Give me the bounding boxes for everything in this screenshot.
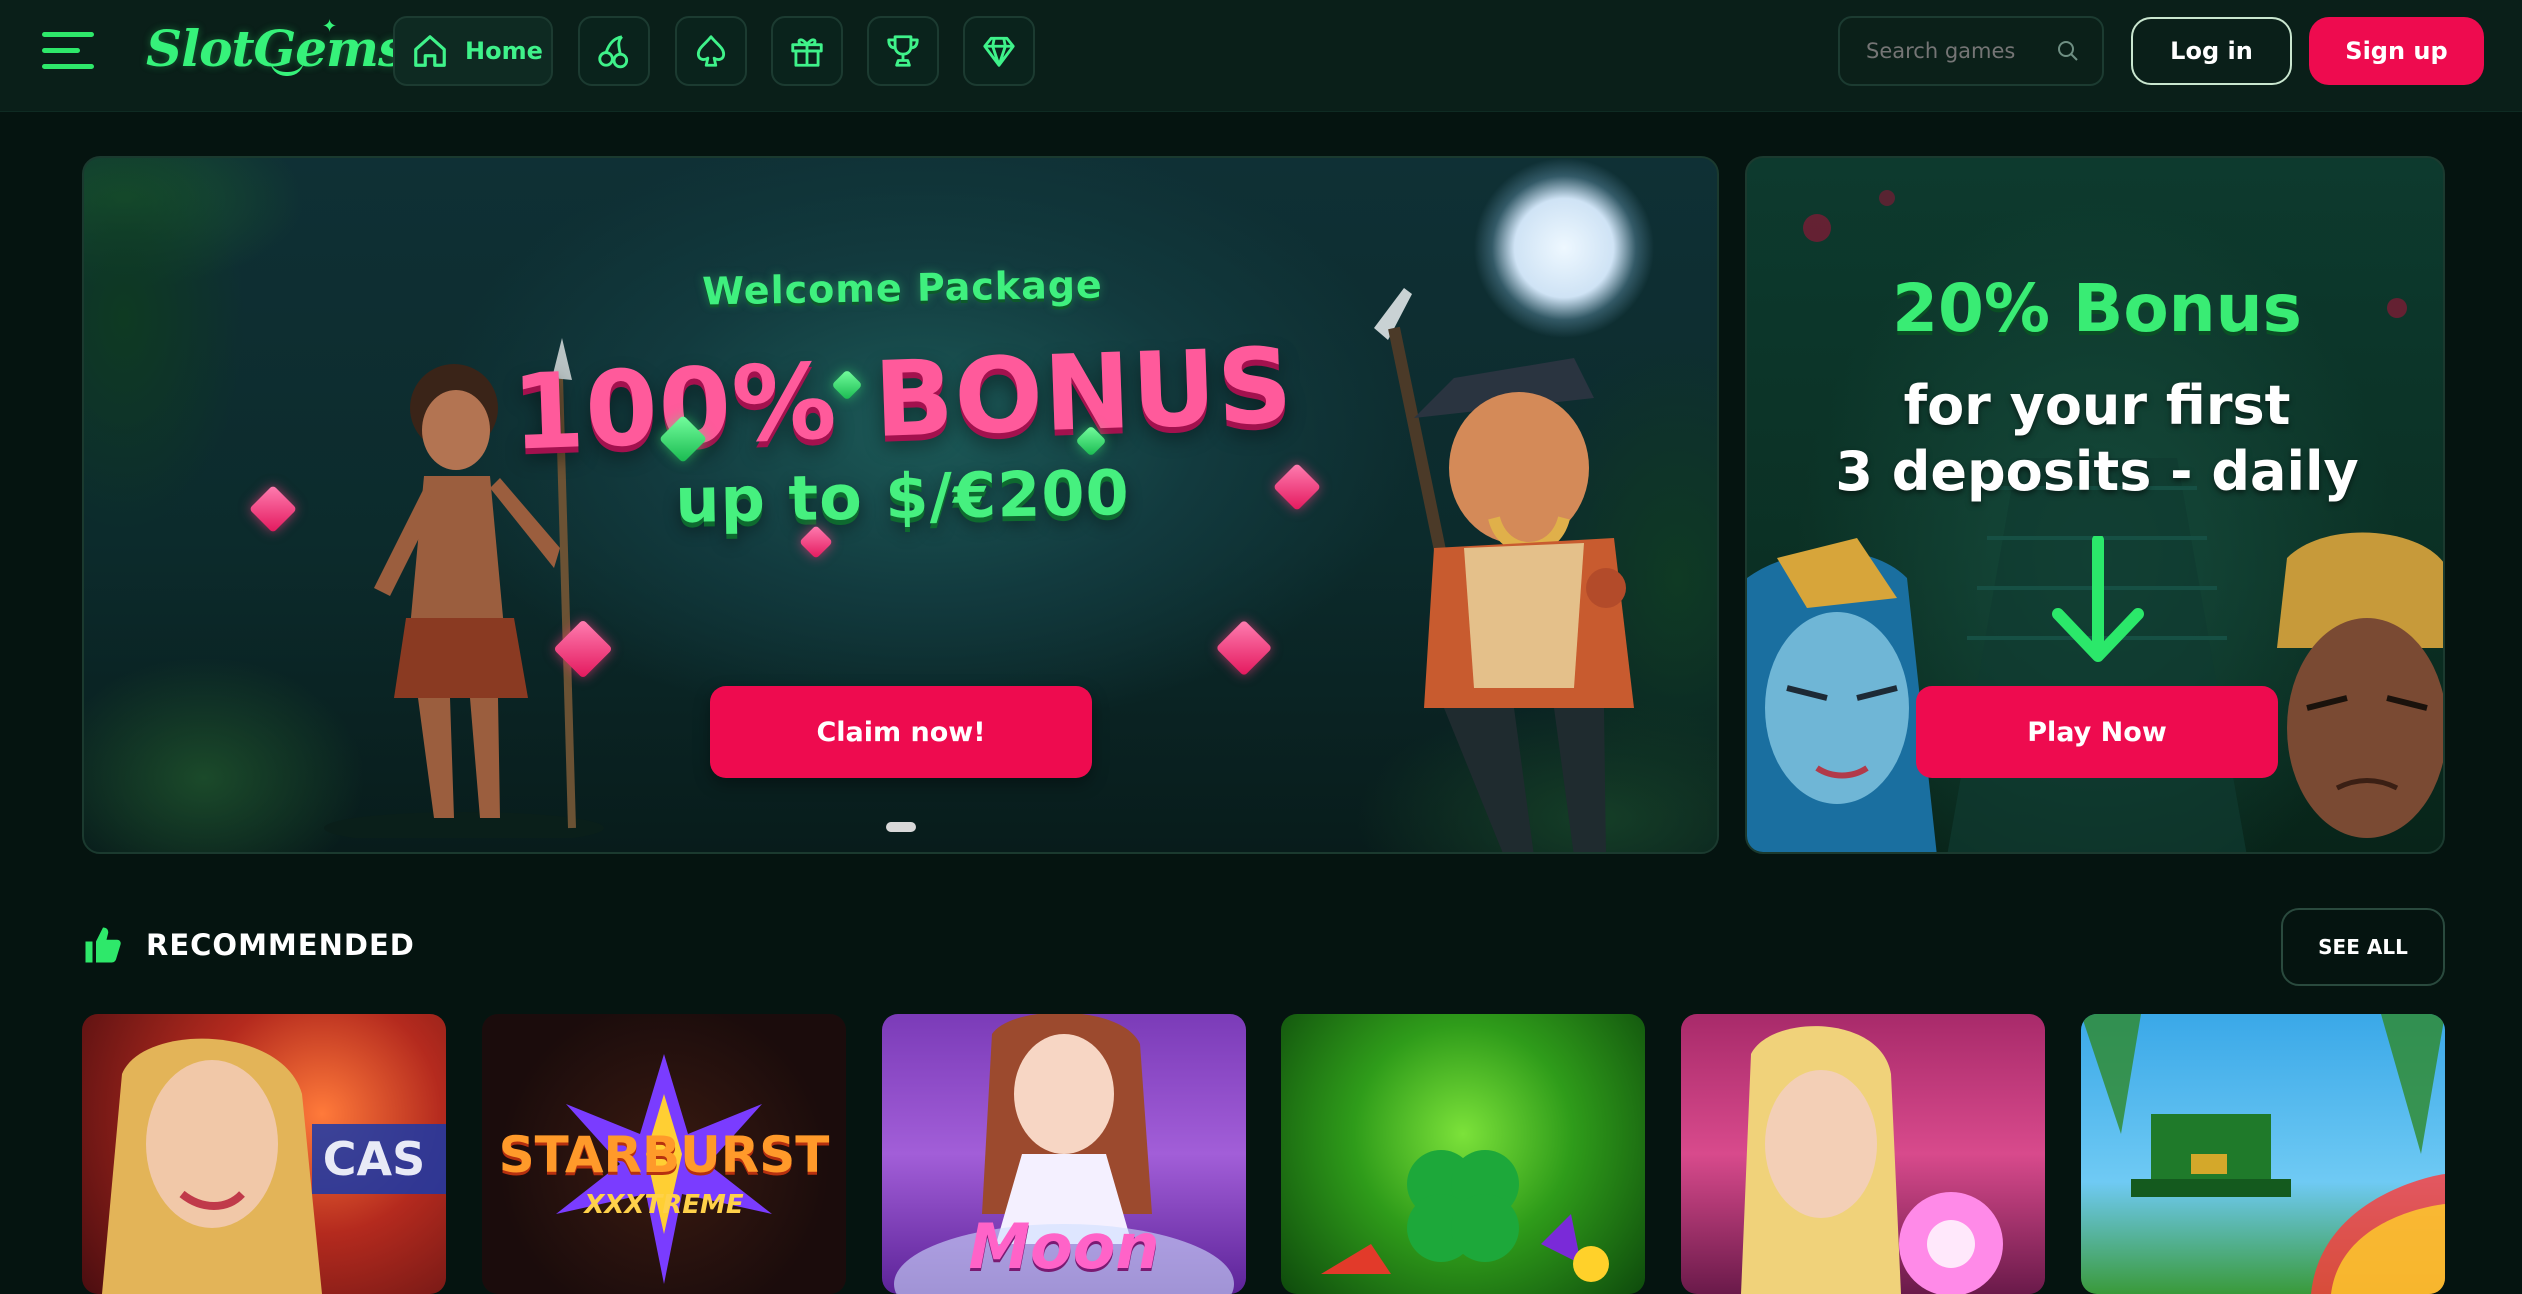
diamond-icon bbox=[983, 36, 1015, 67]
deposit-bonus-banner[interactable]: 20% Bonus for your first 3 deposits - da… bbox=[1745, 156, 2445, 854]
home-icon bbox=[414, 35, 446, 67]
side-bonus-title: 20% Bonus bbox=[1892, 270, 2302, 347]
card-title: STARBURST bbox=[498, 1126, 830, 1184]
recommended-title: RECOMMENDED bbox=[146, 928, 415, 962]
search-input[interactable] bbox=[1866, 39, 2056, 63]
top-header: SlotGems ✦ Home Search games Log in Sign… bbox=[0, 0, 2522, 112]
pink-gem-icon bbox=[1215, 619, 1273, 677]
side-bonus-line-2: 3 deposits - daily bbox=[1835, 440, 2359, 503]
search-icon[interactable] bbox=[2056, 33, 2080, 69]
nav-home-label: Home bbox=[465, 37, 543, 65]
game-card[interactable]: Moon bbox=[882, 1014, 1246, 1294]
leprechaun-thumbnail-image bbox=[2081, 1014, 2445, 1294]
site-logo[interactable]: SlotGems bbox=[146, 14, 406, 84]
welcome-package-banner[interactable]: Welcome Package 100% BONUS up to $/€200 … bbox=[82, 156, 1719, 854]
nav-slots-button[interactable] bbox=[578, 16, 650, 86]
card-title: CAS bbox=[322, 1132, 426, 1186]
trophy-icon bbox=[887, 35, 919, 67]
fortune-teller-thumbnail-image bbox=[1741, 1026, 2003, 1294]
signup-button[interactable]: Sign up bbox=[2309, 17, 2484, 85]
play-now-button[interactable]: Play Now bbox=[1916, 686, 2278, 778]
game-card[interactable]: STARBURST XXXTREME bbox=[482, 1014, 846, 1294]
gift-icon bbox=[791, 38, 823, 67]
login-button[interactable]: Log in bbox=[2131, 17, 2292, 85]
carousel-dot-active[interactable] bbox=[886, 822, 916, 832]
nav-home-button[interactable]: Home bbox=[393, 16, 553, 86]
spade-icon bbox=[696, 35, 726, 67]
recommended-section-header: RECOMMENDED bbox=[82, 920, 415, 970]
see-all-button[interactable]: SEE ALL bbox=[2281, 908, 2445, 986]
warrior-woman-character-image bbox=[1747, 538, 1937, 852]
card-title: Moon bbox=[968, 1210, 1160, 1283]
game-card[interactable]: CAS bbox=[82, 1014, 446, 1294]
thumbs-up-icon bbox=[85, 927, 121, 963]
nav-vip-button[interactable] bbox=[963, 16, 1035, 86]
sparkle-icon: ✦ bbox=[322, 16, 338, 37]
side-bonus-line-1: for your first bbox=[1903, 374, 2291, 437]
cherries-icon bbox=[598, 35, 629, 69]
nav-tournaments-button[interactable] bbox=[867, 16, 939, 86]
nav-table-games-button[interactable] bbox=[675, 16, 747, 86]
claim-now-button[interactable]: Claim now! bbox=[710, 686, 1092, 778]
clover-fruits-thumbnail-image bbox=[1321, 1150, 1609, 1282]
game-card[interactable] bbox=[1681, 1014, 2045, 1294]
card-subtitle: XXXTREME bbox=[584, 1190, 744, 1220]
game-card[interactable] bbox=[2081, 1014, 2445, 1294]
nav-promotions-button[interactable] bbox=[771, 16, 843, 86]
game-card[interactable] bbox=[1281, 1014, 1645, 1294]
search-box[interactable] bbox=[1838, 16, 2104, 86]
arrow-down-icon bbox=[2052, 536, 2144, 662]
menu-icon[interactable] bbox=[42, 30, 98, 72]
warrior-man-character-image bbox=[2277, 532, 2443, 838]
